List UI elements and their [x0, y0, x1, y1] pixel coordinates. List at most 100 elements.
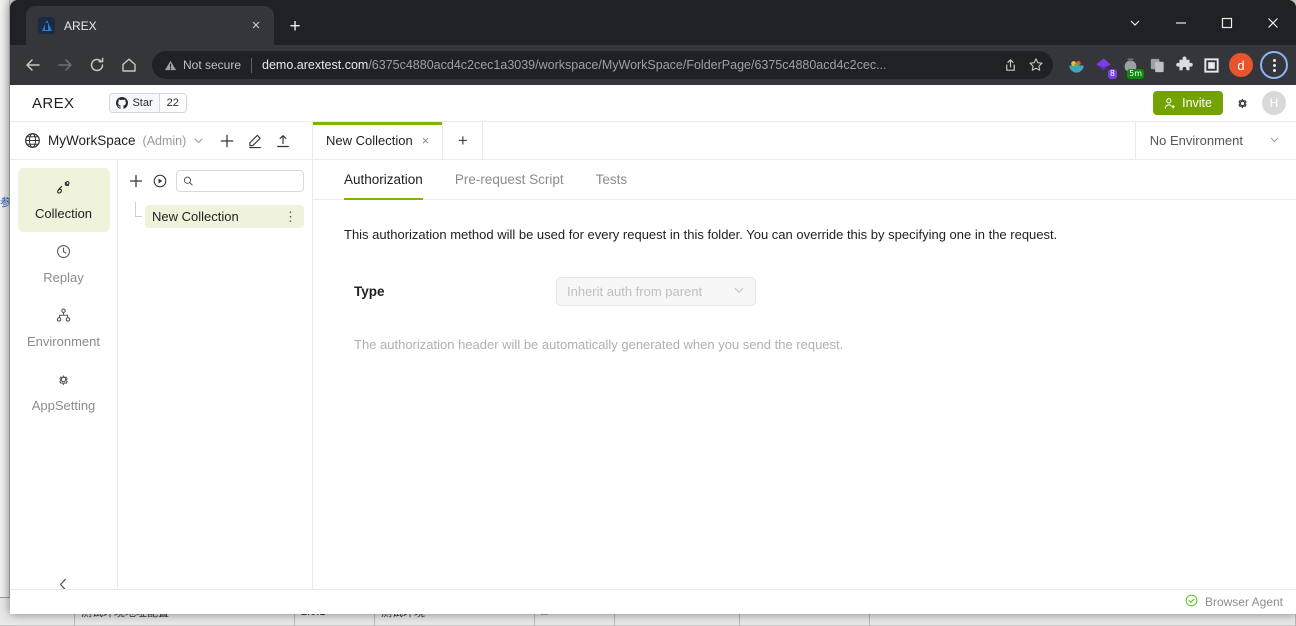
- chevron-down-icon[interactable]: [1112, 0, 1158, 45]
- extension-badge: 8: [1108, 69, 1117, 79]
- collection-toolbar: [128, 170, 304, 192]
- workspace-role: (Admin): [143, 134, 187, 148]
- app-header: AREX Star 22 Invite H: [10, 85, 1296, 122]
- workspace-selector[interactable]: MyWorkSpace (Admin): [10, 122, 313, 159]
- maximize-icon[interactable]: [1204, 0, 1250, 45]
- collection-icon: [55, 179, 72, 199]
- url-path: /6375c4880acd4c2cec1a3039/workspace/MyWo…: [368, 58, 886, 72]
- url-domain: demo.arextest.com: [262, 58, 368, 72]
- star-icon[interactable]: [1025, 54, 1047, 76]
- browser-agent-label: Browser Agent: [1205, 595, 1283, 609]
- timer-extension-icon[interactable]: 5m: [1119, 54, 1141, 76]
- content-tabs: New Collection × + No Environment: [313, 122, 1296, 159]
- sidebar-item-appsetting[interactable]: AppSetting: [18, 360, 110, 424]
- tab-label: New Collection: [326, 133, 413, 148]
- sidebar-item-label: AppSetting: [32, 398, 96, 413]
- edit-icon[interactable]: [247, 133, 263, 149]
- tab-new-collection[interactable]: New Collection ×: [313, 122, 443, 159]
- puzzle-extension-icon[interactable]: [1173, 54, 1195, 76]
- collection-tree-item-label: New Collection: [152, 209, 239, 224]
- arex-app: AREX Star 22 Invite H: [10, 85, 1296, 614]
- three-dots-icon[interactable]: [1260, 51, 1288, 79]
- invite-button[interactable]: Invite: [1153, 91, 1223, 115]
- auth-type-value: Inherit auth from parent: [567, 284, 702, 299]
- app-body: Collection Replay Environment: [10, 160, 1296, 614]
- url-text: demo.arextest.com/6375c4880acd4c2cec1a30…: [262, 58, 993, 72]
- close-icon[interactable]: ×: [422, 133, 430, 148]
- hierarchy-icon: [55, 307, 72, 327]
- folder-subtabs: Authorization Pre-request Script Tests: [313, 160, 1296, 200]
- tab-pre-request-script[interactable]: Pre-request Script: [439, 160, 580, 199]
- gear-icon: [55, 371, 72, 391]
- invite-label: Invite: [1182, 96, 1212, 110]
- workspace-name: MyWorkSpace: [48, 133, 136, 148]
- search-input[interactable]: [198, 174, 297, 188]
- auth-type-label: Type: [354, 284, 556, 299]
- not-secure-indicator[interactable]: Not secure: [164, 58, 241, 72]
- add-icon[interactable]: [219, 133, 235, 149]
- browser-window: AREX × +: [10, 0, 1296, 614]
- sidebar-item-environment[interactable]: Environment: [18, 296, 110, 360]
- sidebar-item-label: Environment: [27, 334, 100, 349]
- back-icon[interactable]: [18, 50, 48, 80]
- copy-extension-icon[interactable]: [1146, 54, 1168, 76]
- github-icon: [116, 97, 128, 109]
- plus-icon[interactable]: [128, 173, 144, 189]
- chevron-down-icon: [1269, 133, 1280, 148]
- upload-icon[interactable]: [275, 133, 291, 149]
- environment-label: No Environment: [1150, 133, 1243, 148]
- github-star-label: Star: [132, 97, 152, 109]
- app-brand: AREX: [32, 95, 74, 112]
- avatar[interactable]: H: [1262, 91, 1286, 115]
- user-plus-icon: [1164, 97, 1177, 110]
- auth-type-select[interactable]: Inherit auth from parent: [556, 277, 756, 306]
- authorization-description: This authorization method will be used f…: [313, 200, 1296, 242]
- reload-icon[interactable]: [82, 50, 112, 80]
- home-icon[interactable]: [114, 50, 144, 80]
- search-input-wrapper[interactable]: [176, 170, 304, 192]
- not-secure-label: Not secure: [183, 58, 241, 72]
- github-star-widget[interactable]: Star 22: [109, 93, 186, 113]
- main-content: Authorization Pre-request Script Tests T…: [313, 160, 1296, 614]
- workspace-row: MyWorkSpace (Admin) New Collection: [10, 122, 1296, 160]
- tab-tests[interactable]: Tests: [580, 160, 644, 199]
- tab-authorization[interactable]: Authorization: [328, 160, 439, 199]
- search-icon: [183, 175, 193, 187]
- collection-panel: New Collection ⋮: [118, 160, 313, 614]
- warning-icon: [164, 59, 177, 72]
- square-extension-icon[interactable]: [1200, 54, 1222, 76]
- add-tab-button[interactable]: +: [443, 122, 483, 159]
- share-icon[interactable]: [999, 54, 1021, 76]
- github-star-button[interactable]: Star: [110, 94, 158, 112]
- more-options-icon[interactable]: ⋮: [284, 209, 297, 225]
- sidebar-nav: Collection Replay Environment: [10, 160, 118, 614]
- collection-tree-item[interactable]: New Collection ⋮: [145, 205, 304, 228]
- gear-icon[interactable]: [1234, 95, 1251, 112]
- close-icon[interactable]: [1250, 0, 1296, 45]
- fruit-bowl-extension-icon[interactable]: [1065, 54, 1087, 76]
- chevron-down-icon: [733, 284, 745, 299]
- new-tab-button[interactable]: +: [282, 14, 308, 40]
- profile-avatar[interactable]: d: [1229, 53, 1253, 77]
- sidebar-item-label: Collection: [35, 206, 92, 221]
- background-left-panel: 参 数 配 置 说 明: [0, 0, 10, 625]
- sidebar-item-label: Replay: [43, 270, 83, 285]
- environment-selector[interactable]: No Environment: [1135, 122, 1296, 159]
- browser-tabstrip: AREX × +: [10, 0, 1296, 45]
- subtab-label: Tests: [596, 172, 628, 187]
- subtab-label: Pre-request Script: [455, 172, 564, 187]
- browser-tab[interactable]: AREX ×: [26, 6, 274, 45]
- minimize-icon[interactable]: [1158, 0, 1204, 45]
- play-circle-icon[interactable]: [152, 173, 168, 189]
- browser-tab-title: AREX: [64, 19, 246, 33]
- forward-icon: [50, 50, 80, 80]
- subtab-label: Authorization: [344, 172, 423, 187]
- status-bar: Browser Agent: [10, 589, 1296, 614]
- purple-extension-icon[interactable]: 8: [1092, 54, 1114, 76]
- close-icon[interactable]: ×: [246, 16, 266, 36]
- sidebar-item-collection[interactable]: Collection: [18, 168, 110, 232]
- chevron-down-icon[interactable]: [193, 135, 204, 146]
- sidebar-item-replay[interactable]: Replay: [18, 232, 110, 296]
- address-bar[interactable]: Not secure demo.arextest.com/6375c4880ac…: [152, 51, 1053, 79]
- auth-type-row: Type Inherit auth from parent: [313, 242, 1296, 306]
